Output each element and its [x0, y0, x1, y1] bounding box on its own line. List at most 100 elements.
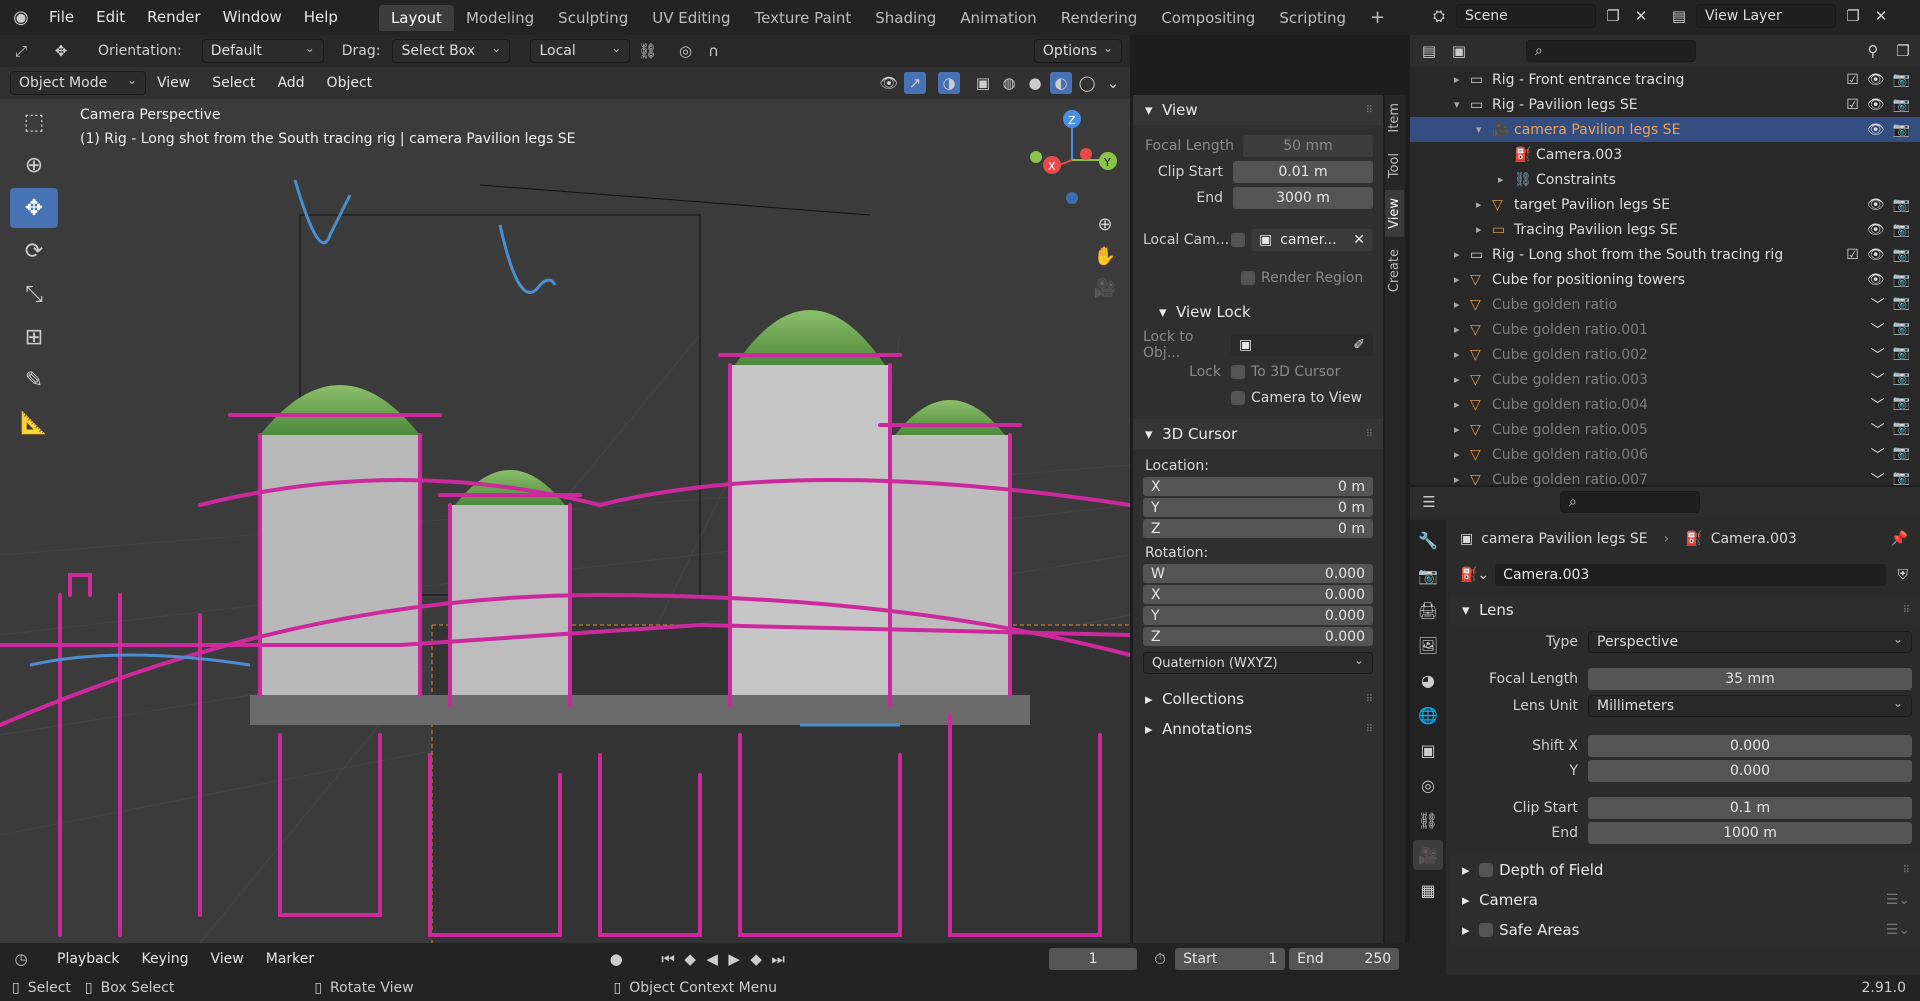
- expand-chevron-icon[interactable]: ▾: [1476, 123, 1492, 136]
- presets-icon[interactable]: ☰⌄: [1886, 892, 1910, 908]
- view-layer-selector[interactable]: View Layer: [1696, 4, 1836, 28]
- scale-tool-icon[interactable]: ⤡: [10, 274, 58, 314]
- expand-chevron-icon[interactable]: ▸: [1454, 323, 1470, 336]
- xray-icon[interactable]: ▣: [972, 72, 994, 94]
- play-reverse-icon[interactable]: ◀: [701, 948, 723, 970]
- tab-layout[interactable]: Layout: [378, 5, 454, 31]
- visibility-eye-icon[interactable]: 👁: [1867, 122, 1885, 138]
- visibility-eye-icon[interactable]: 👁: [1867, 222, 1885, 238]
- menu-edit[interactable]: Edit: [85, 0, 136, 35]
- render-visibility-camera-icon[interactable]: 📷: [1893, 122, 1910, 138]
- expand-chevron-icon[interactable]: ▸: [1454, 473, 1470, 486]
- prop-clip-end-field[interactable]: 1000 m: [1588, 822, 1912, 844]
- outliner-row[interactable]: ▸ ▽ target Pavilion legs SE 👁 📷: [1410, 192, 1920, 217]
- annotate-tool-icon[interactable]: ✎: [10, 360, 58, 400]
- annotations-header[interactable]: ▸ Annotations ⠿: [1133, 714, 1383, 744]
- hidden-eye-icon[interactable]: ﹀: [1871, 445, 1885, 465]
- orientation-dropdown[interactable]: Default: [201, 39, 324, 63]
- wireframe-shading-icon[interactable]: ◍: [998, 72, 1020, 94]
- prev-keyframe-icon[interactable]: ◆: [679, 948, 701, 970]
- hidden-eye-icon[interactable]: ﹀: [1871, 295, 1885, 315]
- cursor-tool-icon[interactable]: ⊕: [10, 145, 58, 185]
- rotate-tool-icon[interactable]: ⟳: [10, 231, 58, 271]
- expand-chevron-icon[interactable]: ▸: [1454, 348, 1470, 361]
- depth-of-field-checkbox[interactable]: [1479, 863, 1494, 877]
- depth-of-field-header[interactable]: ▸ Depth of Field ⠿: [1450, 855, 1920, 885]
- view-lock-header[interactable]: ▾ View Lock: [1133, 297, 1383, 327]
- drag-dropdown[interactable]: Select Box: [392, 39, 511, 63]
- transform-space-dropdown[interactable]: Local: [530, 39, 631, 63]
- 3d-cursor-header[interactable]: ▾ 3D Cursor ⠿: [1133, 419, 1383, 449]
- outliner-row[interactable]: ▸ ▽ Cube for positioning towers 👁 📷: [1410, 267, 1920, 292]
- menu-render[interactable]: Render: [136, 0, 211, 35]
- tab-texture-paint[interactable]: Texture Paint: [742, 5, 863, 31]
- render-properties-icon[interactable]: 📷: [1413, 560, 1443, 590]
- overlay-toggle-icon[interactable]: ◑: [938, 72, 960, 94]
- preview-range-clock-icon[interactable]: ⏱: [1149, 948, 1171, 970]
- blender-logo-icon[interactable]: ◉: [10, 7, 32, 29]
- camera-datablock-icon[interactable]: ⛽⌄: [1460, 567, 1489, 583]
- camera-to-view-checkbox[interactable]: [1231, 391, 1245, 405]
- expand-chevron-icon[interactable]: ▸: [1454, 273, 1470, 286]
- gizmo-toggle-icon[interactable]: ↗: [904, 72, 926, 94]
- render-region-checkbox[interactable]: [1241, 271, 1255, 285]
- render-visibility-camera-icon[interactable]: 📷: [1893, 445, 1910, 465]
- tab-uv-editing[interactable]: UV Editing: [640, 5, 742, 31]
- world-properties-icon[interactable]: 🌐: [1413, 700, 1443, 730]
- marker-menu[interactable]: Marker: [255, 942, 325, 977]
- tab-shading[interactable]: Shading: [863, 5, 948, 31]
- expand-chevron-icon[interactable]: ▾: [1454, 98, 1470, 111]
- collections-header[interactable]: ▸ Collections ⠿: [1133, 684, 1383, 714]
- eyedropper-icon[interactable]: ✐: [1353, 337, 1365, 353]
- filter-icon[interactable]: ⚲: [1862, 40, 1884, 62]
- snap-icon[interactable]: ⛓: [636, 40, 658, 62]
- expand-chevron-icon[interactable]: ▸: [1454, 398, 1470, 411]
- lens-unit-dropdown[interactable]: Millimeters: [1588, 695, 1912, 717]
- outliner-row[interactable]: ▸ ▽ Cube golden ratio.003 ﹀ 📷: [1410, 367, 1920, 392]
- expand-chevron-icon[interactable]: ▸: [1454, 298, 1470, 311]
- next-keyframe-icon[interactable]: ◆: [745, 948, 767, 970]
- expand-chevron-icon[interactable]: ▸: [1454, 423, 1470, 436]
- jump-end-icon[interactable]: ⏭: [767, 948, 789, 970]
- play-icon[interactable]: ▶: [723, 948, 745, 970]
- safe-areas-header[interactable]: ▸ Safe Areas ☰⌄: [1450, 915, 1920, 945]
- tab-animation[interactable]: Animation: [948, 5, 1048, 31]
- expand-chevron-icon[interactable]: ▸: [1454, 373, 1470, 386]
- local-camera-checkbox[interactable]: [1231, 233, 1245, 247]
- visibility-eye-icon[interactable]: 👁: [878, 72, 900, 94]
- menu-help[interactable]: Help: [293, 0, 349, 35]
- cursor-location-y-field[interactable]: Y 0 m: [1143, 498, 1373, 517]
- fake-user-shield-icon[interactable]: ⛨: [1898, 567, 1909, 583]
- visibility-eye-icon[interactable]: 👁: [1867, 72, 1885, 88]
- focal-length-prop-field[interactable]: 35 mm: [1588, 668, 1912, 690]
- tab-item[interactable]: Item: [1385, 95, 1404, 141]
- camera-panel-header[interactable]: ▸ Camera ☰⌄: [1450, 885, 1920, 915]
- render-visibility-camera-icon[interactable]: 📷: [1893, 345, 1910, 365]
- camera-view-icon[interactable]: 🎥: [1094, 277, 1116, 299]
- pin-icon[interactable]: 📌: [1891, 531, 1908, 547]
- cursor-rotation-z-field[interactable]: Z 0.000: [1143, 627, 1373, 646]
- output-properties-icon[interactable]: 🖨: [1413, 595, 1443, 625]
- expand-chevron-icon[interactable]: ▸: [1498, 173, 1514, 186]
- render-visibility-camera-icon[interactable]: 📷: [1893, 72, 1910, 88]
- viewport-menu-object[interactable]: Object: [316, 66, 384, 101]
- cursor-rotation-x-field[interactable]: X 0.000: [1143, 585, 1373, 604]
- cursor-rotation-w-field[interactable]: W 0.000: [1143, 564, 1373, 583]
- visibility-eye-icon[interactable]: 👁: [1867, 272, 1885, 288]
- clip-end-field[interactable]: 3000 m: [1233, 187, 1373, 209]
- outliner-row[interactable]: ▸ ▽ Cube golden ratio.002 ﹀ 📷: [1410, 342, 1920, 367]
- view-layer-icon[interactable]: ▤: [1668, 5, 1690, 27]
- transform-tool-icon[interactable]: ⊞: [10, 317, 58, 357]
- exclude-checkbox-icon[interactable]: ☑: [1846, 97, 1859, 113]
- shift-y-field[interactable]: 0.000: [1588, 760, 1912, 782]
- clear-icon[interactable]: ✕: [1353, 232, 1365, 248]
- scene-icon[interactable]: ⛭: [1428, 5, 1450, 27]
- render-visibility-camera-icon[interactable]: 📷: [1893, 420, 1910, 440]
- tab-compositing[interactable]: Compositing: [1149, 5, 1267, 31]
- exclude-checkbox-icon[interactable]: ☑: [1846, 72, 1859, 88]
- outliner-row[interactable]: ▸ ▽ Cube golden ratio.004 ﹀ 📷: [1410, 392, 1920, 417]
- tab-rendering[interactable]: Rendering: [1049, 5, 1150, 31]
- viewport-menu-add[interactable]: Add: [266, 66, 315, 101]
- solid-shading-icon[interactable]: ●: [1024, 72, 1046, 94]
- outliner-row[interactable]: ⛽ Camera.003: [1410, 142, 1920, 167]
